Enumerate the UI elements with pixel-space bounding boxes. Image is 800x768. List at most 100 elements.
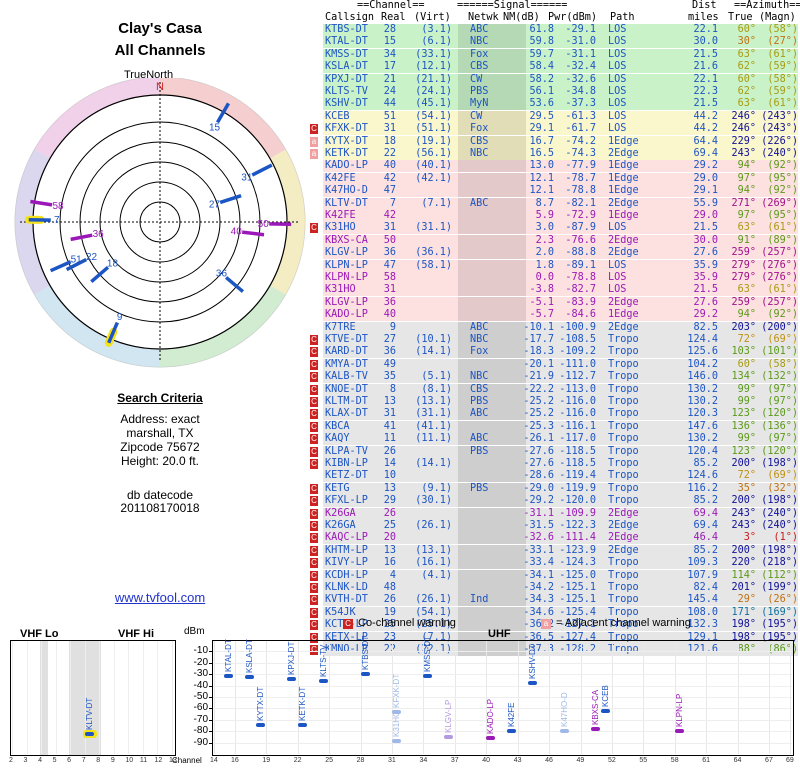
virt-cell: (13.1) <box>415 544 452 556</box>
spectrum-signal-bar[interactable] <box>84 732 94 737</box>
virt-cell: (31.1) <box>415 222 452 234</box>
vhf-channel-tick: 2 <box>9 757 13 764</box>
virt-cell: (31.1) <box>415 408 452 420</box>
spectrum-signal-bar[interactable] <box>255 723 265 728</box>
table-row[interactable]: C KARD-DT 36 (14.1) Fox -18.3 -109.2 Tropo 125.6… <box>298 346 800 359</box>
spectrum-signal-bar[interactable] <box>528 681 538 686</box>
path-cell: 2Edge <box>608 197 639 209</box>
table-row[interactable]: KCEB 51 (54.1) CW 29.5 -61.3 LOS 44.2 246° (243°) <box>298 110 800 123</box>
pwr-cell: -61.3 <box>565 110 596 122</box>
table-row[interactable]: KLPN-LP 58 0.0 -78.8 LOS 35.9 279° (276°) <box>298 272 800 284</box>
adjacent-legend-mark: a <box>541 619 551 629</box>
virt-cell: (9.1) <box>421 482 452 494</box>
table-row[interactable]: C KTVE-DT 27 (10.1) NBC -17.7 -108.5 Tropo 124.4… <box>298 334 800 346</box>
table-row[interactable]: KADO-LP 40 -5.7 -84.6 1Edge 29.2 94° (92°) <box>298 309 800 322</box>
magn-az-cell: (95°) <box>767 210 798 221</box>
table-row[interactable]: KSHV-DT 44 (45.1) MyN 53.6 -37.3 LOS 21.5 63° (61… <box>298 98 800 111</box>
spectrum-signal-bar[interactable] <box>360 672 370 677</box>
miles-cell: 29.0 <box>693 210 718 221</box>
path-cell: 1Edge <box>608 210 639 221</box>
co-channel-warning-icon: C <box>310 570 318 581</box>
table-row[interactable]: C K26GA 25 (26.1) -31.5 -122.3 2Edge 69.4 243° (2… <box>298 520 800 532</box>
miles-cell: 29.1 <box>693 185 718 197</box>
real-cell: 47 <box>383 185 396 197</box>
table-row[interactable]: C KLPA-TV 26 PBS -27.6 -118.5 Tropo 120.4 123° (1… <box>298 445 800 458</box>
pwr-cell: -111.4 <box>559 532 596 544</box>
table-row[interactable]: C KETG 13 (9.1) PBS -29.0 -119.9 Tropo 116.2 35°(… <box>298 482 800 495</box>
table-row[interactable]: KMSS-DT 34 (33.1) Fox 59.7 -31.1 LOS 21.5 63° (61… <box>298 48 800 61</box>
spectrum-signal-bar[interactable] <box>287 676 297 681</box>
spectrum-signal-bar[interactable] <box>507 729 517 734</box>
table-row[interactable]: C KLTM-DT 13 (13.1) PBS -25.2 -116.0 Tropo 130.2… <box>298 396 800 408</box>
table-row[interactable]: C KIVY-LP 16 (16.1) -33.4 -124.3 Tropo 109.3 220… <box>298 557 800 570</box>
table-row[interactable]: KLPN-LP 47 (58.1) 1.8 -89.1 LOS 35.9 279° (276°) <box>298 259 800 272</box>
real-cell: 11 <box>383 433 396 445</box>
table-row[interactable]: K31HO 31 -3.8 -82.7 LOS 21.5 63° (61°) <box>298 284 800 297</box>
spectrum-signal-bar[interactable] <box>392 739 402 744</box>
table-row[interactable]: C KLAX-DT 31 (31.1) ABC -25.2 -116.0 Tropo 120.3… <box>298 408 800 421</box>
table-row[interactable]: C KALB-TV 35 (5.1) NBC -21.9 -112.7 Tropo 146.0 1… <box>298 371 800 384</box>
vhf-grid-line <box>113 641 115 754</box>
pwr-cell: -32.4 <box>565 61 596 73</box>
table-row[interactable]: C KHTM-LP 13 (13.1) -33.1 -123.9 2Edge 85.2 200°… <box>298 544 800 557</box>
real-cell: 10 <box>383 470 396 482</box>
callsign-cell: KIBN-LP <box>325 458 368 469</box>
table-row[interactable]: KLGV-LP 36 (36.1) 2.0 -88.8 2Edge 27.6 259° (257… <box>298 247 800 260</box>
real-cell: 34 <box>383 48 396 60</box>
miles-cell: 120.3 <box>687 408 718 420</box>
spectrum-signal-bar[interactable] <box>674 729 684 734</box>
spectrum-signal-bar[interactable] <box>297 723 307 728</box>
table-row[interactable]: C K31HO 31 (31.1) 3.0 -87.9 LOS 21.5 63° (61°) <box>298 222 800 235</box>
table-row[interactable]: C KCDH-LP 4 (4.1) -34.1 -125.0 Tropo 107.9 114°(… <box>298 569 800 582</box>
true-az-cell: 62° <box>737 86 756 97</box>
table-row[interactable]: K7TRE 9 ABC -10.1 -100.9 2Edge 82.5 203° (200°) <box>298 321 800 334</box>
table-row[interactable]: a KYTX-DT 18 (19.1) CBS 16.7 -74.2 1Edge 64.4 229… <box>298 135 800 148</box>
table-row[interactable]: C KAQC-LP 20 -32.6 -111.4 2Edge 46.4 3° (1°) <box>298 532 800 545</box>
table-row[interactable]: C K26GA 26 -31.1 -109.9 2Edge 69.4 243° (240°) <box>298 507 800 520</box>
table-row[interactable]: KSLA-DT 17 (12.1) CBS 58.4 -32.4 LOS 21.6 62° (59… <box>298 61 800 74</box>
table-row[interactable]: K42FE 42 5.9 -72.9 1Edge 29.0 97° (95°) <box>298 210 800 222</box>
tvfool-link[interactable]: www.tvfool.com <box>115 590 205 605</box>
table-row[interactable]: C KBCA 41 (41.1) -25.3 -116.1 Tropo 147.6 136° (1… <box>298 420 800 433</box>
table-row[interactable]: C KMYA-DT 49 -20.1 -111.0 Tropo 104.2 60° (58°) <box>298 358 800 371</box>
table-row[interactable]: C KNOE-DT 8 (8.1) CBS -22.2 -113.0 Tropo 130.2 99… <box>298 383 800 396</box>
table-row[interactable]: KLTV-DT 7 (7.1) ABC 8.7 -82.1 2Edge 55.9 271° (26… <box>298 197 800 210</box>
table-row[interactable]: KTAL-DT 15 (6.1) NBC 59.8 -31.0 LOS 30.0 30° (27°… <box>298 36 800 49</box>
table-row[interactable]: K47HO-D 47 12.1 -78.8 1Edge 29.1 94° (92°) <box>298 185 800 198</box>
path-cell: 2Edge <box>608 532 639 544</box>
table-row[interactable]: KLGV-LP 36 -5.1 -83.9 2Edge 27.6 259° (257°) <box>298 296 800 309</box>
spectrum-signal-bar[interactable] <box>486 735 496 740</box>
table-row[interactable]: C KIBN-LP 14 (14.1) -27.6 -118.5 Tropo 85.2 200°… <box>298 458 800 470</box>
real-cell: 31 <box>383 408 396 420</box>
magn-az-cell: (198°) <box>761 544 798 556</box>
table-row[interactable]: C KFXL-LP 29 (30.1) -29.2 -120.0 Tropo 85.2 200°… <box>298 495 800 508</box>
co-channel-warning-icon: C <box>310 335 318 345</box>
table-row[interactable]: C KAQY 11 (11.1) ABC -26.1 -117.0 Tropo 130.2 99°… <box>298 433 800 446</box>
table-row[interactable]: C KFXK-DT 31 (51.1) Fox 29.1 -61.7 LOS 44.2 246°(… <box>298 123 800 136</box>
uhf-channel-tick: 25 <box>325 757 333 764</box>
table-row[interactable]: KTBS-DT 28 (3.1) ABC 61.8 -29.1 LOS 22.1 60° (58°… <box>298 24 800 36</box>
table-row[interactable]: KLTS-TV 24 (24.1) PBS 56.1 -34.8 LOS 22.3 62° (59… <box>298 86 800 98</box>
spectrum-signal-bar[interactable] <box>318 678 328 683</box>
callsign-cell: KAQY <box>325 433 350 445</box>
virt-cell: (54.1) <box>415 110 452 122</box>
table-row[interactable]: KPXJ-DT 21 (21.1) CW 58.2 -32.6 LOS 22.1 60° (58°… <box>298 73 800 86</box>
uhf-channel-tick: 40 <box>482 757 491 764</box>
callsign-cell: KLTM-DT <box>325 396 368 407</box>
table-row[interactable]: C KLNK-LD 48 -34.2 -125.1 Tropo 82.4 201° (199°) <box>298 582 800 594</box>
table-row[interactable]: a KETK-DT 22 (56.1) NBC 16.5 -74.3 2Edge 69.4 243… <box>298 148 800 160</box>
table-row[interactable]: KBXS-CA 50 2.3 -76.6 2Edge 30.0 91° (89°) <box>298 234 800 247</box>
spectrum-signal-bar[interactable] <box>591 726 601 731</box>
spectrum-signal-bar[interactable] <box>392 709 402 714</box>
spectrum-signal-bar[interactable] <box>559 729 569 734</box>
table-row[interactable]: KADO-LP 40 (40.1) 13.0 -77.9 1Edge 29.2 94° (92°… <box>298 160 800 173</box>
table-row[interactable]: KETZ-DT 10 -28.6 -119.4 Tropo 124.6 72° (69°) <box>298 470 800 483</box>
magn-az-cell: (243°) <box>761 110 798 122</box>
spectrum-signal-bar[interactable] <box>444 734 454 739</box>
miles-cell: 145.4 <box>687 594 718 606</box>
callsign-cell: KMYA-DT <box>325 358 368 370</box>
table-row[interactable]: C KVTH-DT 26 (26.1) Ind -34.3 -125.1 Tropo 145.4… <box>298 594 800 607</box>
table-row[interactable]: K42FE 42 (42.1) 12.1 -78.7 1Edge 29.0 97° (95°) <box>298 172 800 185</box>
network-cell: CBS <box>470 135 489 147</box>
spectrum-signal-bar[interactable] <box>601 708 611 713</box>
